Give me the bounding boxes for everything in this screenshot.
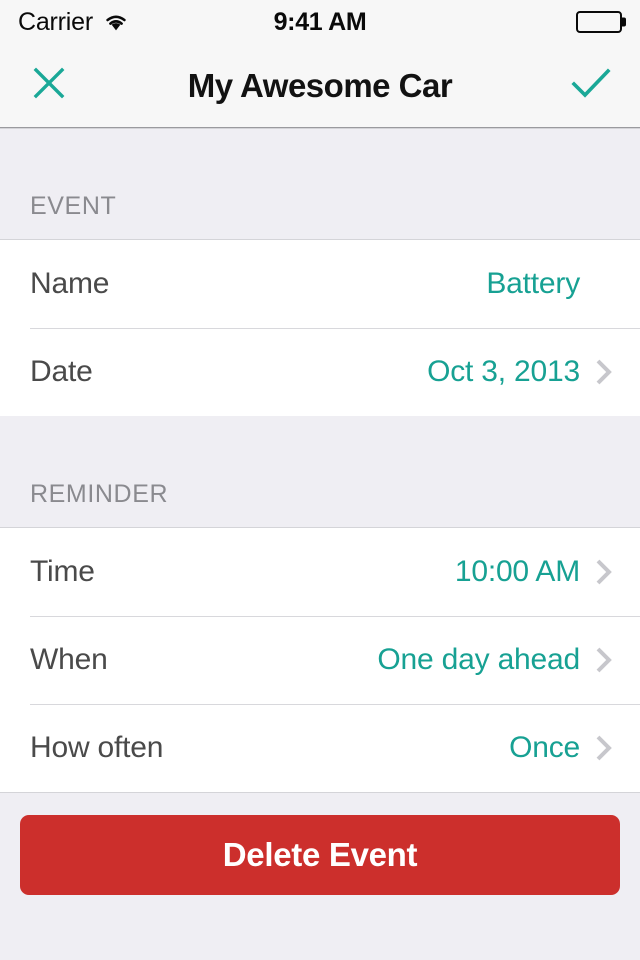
chevron-right-icon bbox=[594, 732, 614, 764]
section-header-label: REMINDER bbox=[30, 480, 169, 508]
close-button[interactable] bbox=[26, 63, 72, 109]
row-label: Time bbox=[30, 555, 95, 588]
row-right: One day ahead bbox=[377, 643, 614, 677]
row-value: Once bbox=[509, 731, 580, 764]
confirm-button[interactable] bbox=[568, 63, 614, 109]
row-label: Date bbox=[30, 355, 93, 388]
status-bar-right bbox=[576, 11, 626, 33]
row-when[interactable]: When One day ahead bbox=[0, 616, 640, 704]
carrier-label: Carrier bbox=[18, 7, 93, 36]
section-header-reminder: REMINDER bbox=[0, 416, 640, 528]
delete-event-button[interactable]: Delete Event bbox=[20, 815, 620, 895]
navigation-bar: My Awesome Car bbox=[0, 44, 640, 128]
close-icon bbox=[29, 63, 69, 108]
row-name[interactable]: Name Battery bbox=[0, 240, 640, 328]
row-right: Battery bbox=[486, 267, 614, 301]
screen: Carrier 9:41 AM My Awesome Car EVENT Nam… bbox=[0, 0, 640, 960]
wifi-icon bbox=[103, 12, 129, 32]
section-rows-reminder: Time 10:00 AM When One day ahead How oft… bbox=[0, 528, 640, 793]
row-how-often[interactable]: How often Once bbox=[0, 704, 640, 792]
check-icon bbox=[569, 63, 613, 108]
chevron-right-icon bbox=[594, 556, 614, 588]
section-rows-event: Name Battery Date Oct 3, 2013 bbox=[0, 240, 640, 416]
status-bar-left: Carrier bbox=[18, 8, 129, 37]
row-value: Battery bbox=[486, 267, 580, 300]
row-value: One day ahead bbox=[377, 643, 580, 676]
row-date[interactable]: Date Oct 3, 2013 bbox=[0, 328, 640, 416]
row-right: 10:00 AM bbox=[455, 555, 614, 589]
battery-full-icon bbox=[576, 11, 626, 33]
row-right: Oct 3, 2013 bbox=[427, 355, 614, 389]
row-time[interactable]: Time 10:00 AM bbox=[0, 528, 640, 616]
page-title: My Awesome Car bbox=[187, 66, 453, 104]
status-bar: Carrier 9:41 AM bbox=[0, 0, 640, 44]
row-label: When bbox=[30, 643, 108, 676]
row-label: How often bbox=[30, 731, 164, 764]
row-right: Once bbox=[509, 731, 614, 765]
chevron-right-icon bbox=[594, 356, 614, 388]
row-label: Name bbox=[30, 267, 110, 300]
row-value: Oct 3, 2013 bbox=[427, 355, 580, 388]
row-value: 10:00 AM bbox=[454, 555, 580, 588]
section-header-event: EVENT bbox=[0, 128, 640, 240]
chevron-right-icon bbox=[594, 644, 614, 676]
section-header-label: EVENT bbox=[30, 192, 117, 220]
footer-actions: Delete Event bbox=[0, 793, 640, 895]
